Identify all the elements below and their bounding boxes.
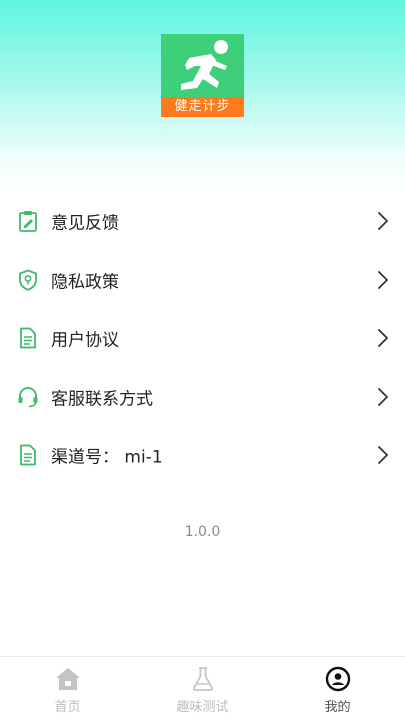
chevron-right-icon — [378, 212, 388, 231]
chevron-right-icon — [378, 387, 388, 406]
menu-item-customer-service[interactable]: 客服联系方式 — [0, 368, 405, 427]
headset-icon — [17, 386, 39, 408]
chevron-right-icon — [378, 446, 388, 465]
menu-item-privacy-policy[interactable]: 隐私政策 — [0, 251, 405, 310]
menu-item-label: 渠道号： mi-1 — [51, 447, 163, 468]
tab-label: 趣味测试 — [176, 700, 229, 715]
document-icon — [17, 327, 39, 349]
tab-home[interactable]: 首页 — [0, 657, 135, 720]
app-logo: 健走计步 — [161, 34, 244, 117]
tab-label: 首页 — [54, 700, 81, 715]
document-icon — [17, 444, 39, 466]
user-circle-icon — [325, 666, 350, 692]
app-version: 1.0.0 — [184, 524, 221, 540]
privacy-shield-icon — [17, 269, 39, 291]
chevron-right-icon — [378, 329, 388, 348]
feedback-clipboard-icon — [17, 210, 39, 233]
menu-item-label: 客服联系方式 — [51, 389, 153, 410]
chevron-right-icon — [378, 270, 388, 289]
tab-label: 我的 — [324, 700, 351, 715]
menu-item-feedback[interactable]: 意见反馈 — [0, 192, 405, 251]
logo-caption: 健走计步 — [161, 97, 244, 117]
home-icon — [55, 668, 80, 690]
runner-icon — [181, 40, 228, 90]
menu-item-user-agreement[interactable]: 用户协议 — [0, 309, 405, 368]
menu-item-label: 用户协议 — [51, 330, 119, 351]
tab-mine[interactable]: 我的 — [270, 657, 405, 720]
menu-item-channel-number[interactable]: 渠道号： mi-1 — [0, 426, 405, 485]
bottom-tab-bar: 首页 趣味测试 我的 — [0, 656, 405, 720]
tab-fun-test[interactable]: 趣味测试 — [135, 657, 270, 720]
flask-icon — [192, 667, 213, 691]
menu-item-label: 隐私政策 — [51, 272, 119, 293]
settings-menu: 意见反馈 隐私政策 用户协议 客服联系方式 渠道号： mi-1 — [0, 192, 405, 485]
menu-item-label: 意见反馈 — [51, 213, 119, 234]
